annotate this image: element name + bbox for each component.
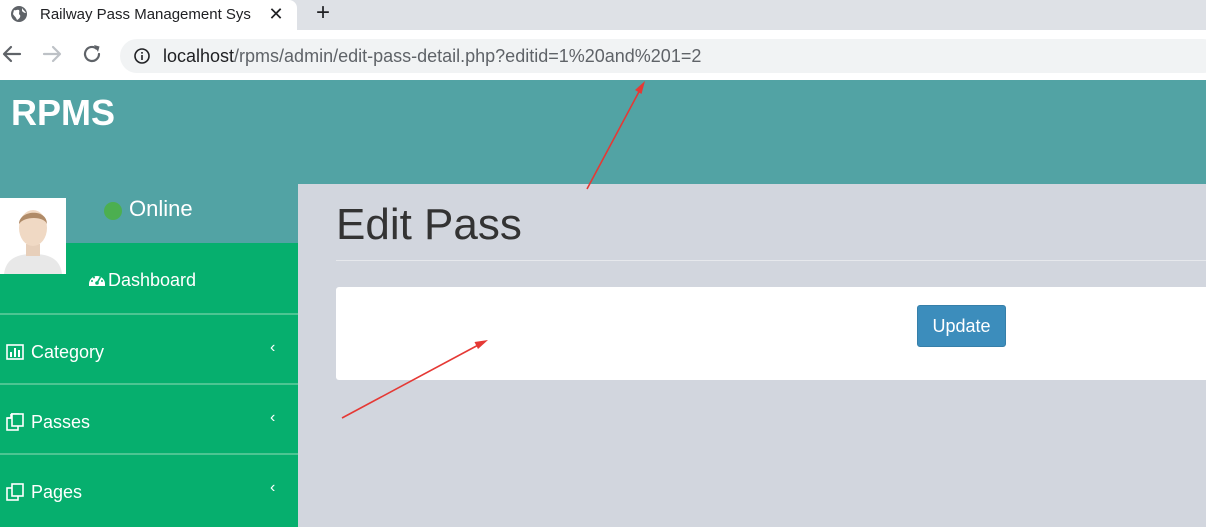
sidebar-item-passes[interactable]: Passes ‹: [0, 383, 298, 453]
info-icon[interactable]: [134, 48, 150, 64]
sidebar-item-pages[interactable]: Pages ‹: [0, 453, 298, 523]
url-host: localhost: [163, 46, 235, 66]
back-arrow-icon[interactable]: [0, 42, 24, 66]
url-text[interactable]: localhost/rpms/admin/edit-pass-detail.ph…: [163, 46, 701, 67]
sidebar: Online Dashboard Category ‹ Passes ‹ Pag…: [0, 184, 298, 527]
reload-icon[interactable]: [80, 42, 104, 66]
copy-icon: [6, 483, 24, 501]
sidebar-item-label: Category: [31, 342, 105, 362]
forward-arrow-icon[interactable]: [40, 42, 64, 66]
chevron-left-icon: ‹: [270, 339, 276, 356]
url-path: /rpms/admin/edit-pass-detail.php?editid=…: [234, 46, 702, 66]
sidebar-item-label: Pages: [31, 482, 83, 502]
tab-title: Railway Pass Management Sys: [40, 6, 251, 23]
sidebar-item-label: Passes: [31, 412, 91, 432]
chevron-left-icon: ‹: [270, 409, 276, 426]
globe-icon: [11, 6, 27, 22]
address-bar[interactable]: localhost/rpms/admin/edit-pass-detail.ph…: [120, 39, 1206, 73]
browser-tab-bar: Railway Pass Management Sys ✕ +: [0, 0, 1206, 30]
page-title: Edit Pass: [336, 200, 522, 249]
brand-logo[interactable]: RPMS: [11, 92, 115, 134]
divider: [336, 260, 1206, 261]
avatar: [0, 198, 66, 274]
tab-close-icon[interactable]: ✕: [266, 4, 286, 24]
update-button[interactable]: Update: [917, 305, 1006, 347]
sidebar-item-category[interactable]: Category ‹: [0, 313, 298, 383]
chevron-left-icon: ‹: [270, 479, 276, 496]
user-status: Online: [129, 196, 193, 221]
copy-icon: [6, 413, 24, 431]
new-tab-button[interactable]: +: [312, 1, 334, 25]
online-status-icon: [104, 202, 122, 220]
form-box: Update: [336, 287, 1206, 380]
bar-chart-icon: [6, 344, 24, 360]
browser-toolbar: localhost/rpms/admin/edit-pass-detail.ph…: [0, 30, 1206, 80]
avatar-image: [0, 198, 66, 274]
dashboard-icon: [89, 276, 105, 286]
app-header: RPMS: [0, 80, 1206, 184]
sidebar-item-label: Dashboard: [108, 270, 197, 290]
browser-tab[interactable]: Railway Pass Management Sys ✕: [0, 0, 297, 30]
